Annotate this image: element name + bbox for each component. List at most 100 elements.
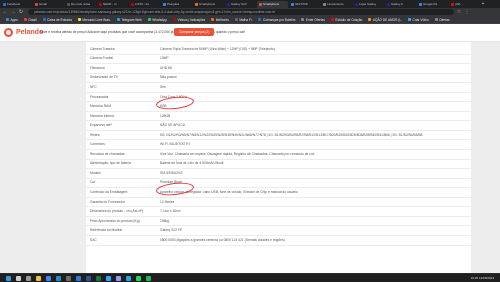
bookmark-item[interactable]: Mercado Livre Bras. — [77, 18, 111, 22]
spec-row: Garantia do Fornecedor 12 Meses — [86, 197, 471, 208]
spec-label: Dimensões do produto - cm (AxLxP) — [90, 209, 144, 214]
browser-tab[interactable]: Galaxy A — [385, 1, 416, 8]
tab-favicon-icon — [99, 2, 102, 6]
bookmark-favicon-icon — [116, 18, 120, 21]
spec-row: Conteúdo da Embalagem Aparelho celular, c… — [86, 187, 471, 198]
new-tab-button[interactable]: + — [480, 1, 486, 7]
spec-value: Câmera Tripla Traseira de 50MP (Ultra Wi… — [160, 46, 276, 51]
word-icon[interactable] — [86, 275, 91, 281]
spec-label: Recursos de chamadas — [90, 151, 125, 156]
tab-favicon-icon — [195, 2, 198, 6]
spec-row: Processador Octa Core 2.8GHz — [86, 92, 471, 103]
bookmark-item[interactable]: Malha Fi. — [234, 17, 253, 22]
task-view-icon[interactable] — [26, 275, 31, 281]
spec-row: Conexões Wi-Fi, BLUETOOTH — [86, 140, 471, 150]
browser-tab[interactable]: Lançamento — [321, 1, 352, 8]
bookmark-label: Caixa de Entrada — [47, 17, 72, 22]
url-field[interactable]: pelando.com.br/produto/139840/smartphone… — [28, 9, 454, 15]
spec-label: Modelo — [90, 170, 101, 175]
browser-tab[interactable]: SM-S708 — [289, 1, 320, 8]
bookmark-item[interactable]: Enter Ofertas — [301, 18, 325, 22]
tab-title: De mais notas — [71, 2, 91, 6]
browser-tab[interactable]: Galaxy S23 — [225, 1, 256, 8]
bookmark-favicon-icon — [147, 18, 151, 21]
explorer-icon[interactable] — [36, 275, 41, 281]
photoshop-icon[interactable] — [106, 275, 111, 281]
windows-icon[interactable] — [6, 275, 11, 281]
reload-icon[interactable]: ↻ — [18, 9, 24, 15]
bookmark-item[interactable]: Criar Vídeo — [408, 18, 429, 22]
spec-label: Expansivo até* — [90, 123, 112, 128]
browser-tab[interactable]: Smartphone — [193, 1, 224, 8]
bookmark-item[interactable]: Ofertas — [434, 18, 450, 22]
spec-label: Peso Aproximado do produto (Kg) — [90, 218, 140, 223]
spec-value: Wi-Fi, BLUETOOTH — [160, 142, 190, 147]
pelando-logo-icon — [4, 28, 13, 37]
compare-prices-button[interactable]: Comparar preços (2) — [174, 28, 215, 36]
bookmark-item[interactable]: AÇÃO DE AMOR (L. — [368, 18, 402, 22]
spec-label: Conteúdo da Embalagem — [90, 190, 128, 195]
excel-icon[interactable] — [96, 275, 101, 281]
mail-icon[interactable] — [76, 275, 81, 281]
address-bar-row: ← → ↻ pelando.com.br/produto/139840/smar… — [0, 8, 500, 16]
tab-favicon-icon — [67, 2, 70, 6]
bookmark-item[interactable]: WhatsApp — [147, 18, 167, 22]
bookmark-item[interactable]: Gmail — [23, 17, 37, 22]
search-icon[interactable] — [16, 275, 21, 281]
back-icon[interactable]: ← — [2, 9, 8, 15]
bookmark-item[interactable]: Telegram Web — [116, 18, 142, 22]
store-icon[interactable] — [66, 275, 71, 281]
whatsapp-icon[interactable] — [136, 275, 141, 281]
chrome-icon[interactable] — [46, 275, 51, 281]
browser-tab[interactable]: NEAR - In — [97, 1, 128, 8]
tab-title: Smartphone — [199, 2, 216, 6]
tab-favicon-icon — [35, 2, 38, 6]
browser-tab[interactable]: (29) ... — [449, 1, 480, 8]
spec-value: 12 Meses — [160, 199, 175, 204]
spec-label: Redes — [90, 132, 100, 137]
bookmark-favicon-icon — [234, 18, 238, 21]
alert-banner-text: Ative e receba alertas de preço! Adicion… — [40, 30, 245, 34]
forward-icon[interactable]: → — [10, 9, 16, 15]
browser-tab[interactable]: De mais notas — [65, 1, 96, 8]
spec-label: SAC — [90, 237, 97, 242]
spec-row: Sintonizador de TV Não possui — [86, 73, 471, 84]
spec-value: NÃO SE APLICA — [160, 123, 185, 128]
bookmark-label: Malha Fi. — [239, 17, 253, 22]
browser-tab[interactable]: Google Pa — [417, 1, 448, 8]
browser-tab[interactable]: Lojas Galaxy — [353, 1, 384, 8]
bookmark-label: AÇÃO DE AMOR (L. — [372, 17, 403, 22]
spec-value: Não possui — [160, 75, 177, 80]
bookmark-item[interactable]: Cobranças por Boletim — [258, 18, 295, 22]
spotify-icon[interactable] — [146, 275, 151, 281]
spec-row: Expansivo até* NÃO SE APLICA — [86, 120, 471, 131]
bookmark-item[interactable]: Melhores — [211, 18, 229, 22]
bookmark-item[interactable]: Apps — [6, 18, 18, 22]
star-icon[interactable]: ☆ — [456, 9, 462, 15]
browser-tab[interactable]: Gmail — [33, 1, 64, 8]
browser-tab[interactable]: Pesquisa — [161, 1, 192, 8]
spec-value: Sim — [160, 84, 166, 89]
spec-label: Câmera Frontal — [90, 56, 113, 61]
bookmark-label: Vídeos | Indicações — [177, 17, 206, 22]
spec-value: 0800 5000 (ligações a grandes centros) o… — [160, 237, 285, 242]
spec-label: NFC — [90, 84, 97, 89]
premiere-icon[interactable] — [116, 275, 121, 281]
bookmark-item[interactable]: Caixa de Entrada — [42, 17, 72, 22]
browser-tab[interactable]: LISTA - Fe — [129, 1, 160, 8]
spec-row: Redes 5G: N1/N2/N3/N5/N7/N8/N12/N20/N25/N… — [86, 130, 471, 141]
browser-tab[interactable]: Facebook — [1, 1, 32, 8]
bookmark-item[interactable]: Estúdio de Criação — [330, 18, 362, 22]
spec-row: Modelo SM-S908UZKS — [86, 168, 471, 179]
tab-title: Facebook — [7, 2, 21, 6]
telegram-icon[interactable] — [126, 275, 131, 281]
browser-tab[interactable]: Smartphone — [257, 0, 288, 8]
tab-title: Google Pa — [423, 2, 438, 6]
spec-row: Recursos de chamadas Viva Voz, Chamada em… — [86, 149, 471, 160]
extensions-icon[interactable]: ⋮ — [464, 9, 470, 15]
spec-label: Garantia do Fornecedor — [90, 199, 126, 204]
edge-icon[interactable] — [56, 275, 61, 281]
bookmark-item[interactable]: Vídeos | Indicações — [172, 17, 206, 22]
pelando-logo[interactable]: Pelando — [4, 28, 43, 37]
bookmark-label: Gmail — [28, 17, 37, 22]
